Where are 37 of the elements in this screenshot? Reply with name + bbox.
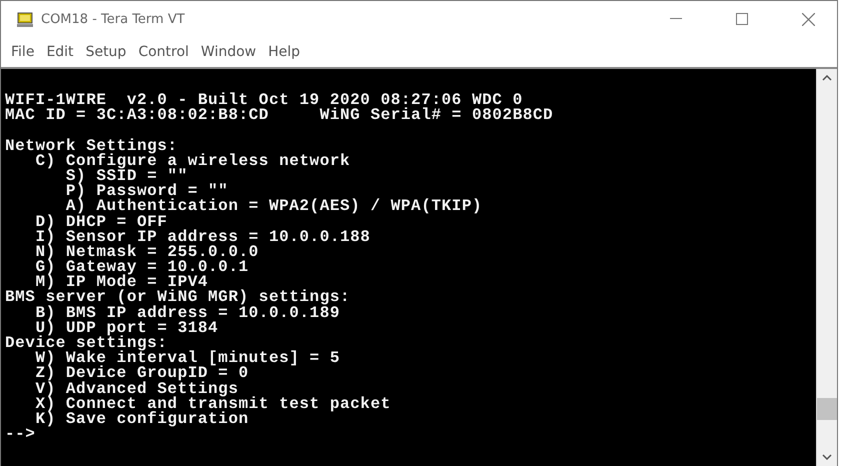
terminal-line: C) Configure a wireless network bbox=[34, 154, 350, 169]
terminal-line: B) BMS IP address = 10.0.0.189 bbox=[34, 306, 340, 321]
terminal-line: G) Gateway = 10.0.0.1 bbox=[34, 260, 249, 276]
maximize-icon bbox=[736, 13, 748, 25]
menu-item[interactable]: Help bbox=[262, 44, 306, 60]
terminal-line: N) Netmask = 255.0.0.0 bbox=[34, 244, 259, 260]
menu-item[interactable]: File bbox=[5, 44, 40, 60]
scroll-thumb[interactable] bbox=[817, 398, 837, 420]
menu-item[interactable]: Setup bbox=[80, 44, 132, 60]
terminal-line: Network Settings: bbox=[5, 138, 178, 154]
terminal-line: W) Wake interval [minutes] = 5 bbox=[34, 351, 340, 366]
terminal-line: A) Authentication = WPA2(AES) / WPA(TKIP) bbox=[64, 199, 482, 214]
scrollbar[interactable] bbox=[816, 69, 837, 466]
chevron-down-icon bbox=[822, 454, 832, 460]
terminal-line: S) SSID = "" bbox=[64, 168, 188, 184]
terminal-line: BMS server (or WiNG MGR) settings: bbox=[5, 290, 350, 306]
terminal-line: D) DHCP = OFF bbox=[34, 214, 168, 230]
terminal-line: I) Sensor IP address = 10.0.0.188 bbox=[34, 230, 370, 245]
terminal-line: WIFI-1WIRE v2.0 - Built Oct 19 2020 08:27:06 WDC 0 bbox=[5, 93, 523, 108]
terminal-line: Z) Device GroupID = 0 bbox=[34, 366, 249, 382]
terminal-line: K) Save configuration bbox=[34, 412, 249, 428]
menu-item[interactable]: Window bbox=[194, 44, 262, 60]
terminal-line: V) Advanced Settings bbox=[34, 382, 238, 397]
minimize-icon bbox=[670, 18, 682, 20]
menu-item[interactable]: Control bbox=[132, 44, 195, 60]
terminal-line: MAC ID = 3C:A3:08:02:B8:CD WiNG Serial# = 0802B8CD bbox=[5, 108, 554, 124]
terminal-line: --> bbox=[5, 427, 36, 442]
terminal-line: U) UDP port = 3184 bbox=[35, 320, 218, 336]
window-title: COM18 - Tera Term VT bbox=[41, 12, 186, 26]
terminal-line: X) Connect and transmit test packet bbox=[34, 396, 391, 412]
app-icon bbox=[17, 12, 33, 26]
terminal-line: Device settings: bbox=[5, 336, 168, 352]
close-icon bbox=[802, 12, 814, 26]
chevron-up-icon bbox=[822, 75, 832, 81]
terminal-line: P) Password = "" bbox=[64, 184, 228, 200]
menu-item[interactable]: Edit bbox=[40, 44, 80, 60]
terminal-line: M) IP Mode = IPV4 bbox=[34, 275, 208, 290]
